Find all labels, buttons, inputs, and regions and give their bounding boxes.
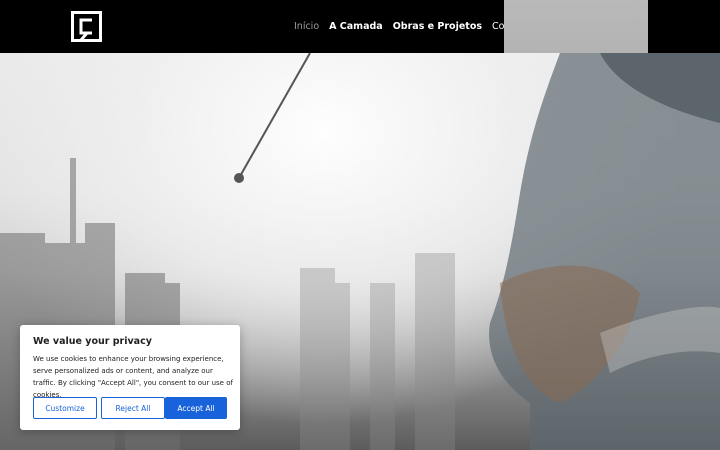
company-logo-c-icon[interactable]: [71, 11, 102, 42]
cookie-banner-text: We use cookies to enhance your browsing …: [33, 355, 233, 399]
reject-all-button[interactable]: Reject All: [101, 397, 165, 419]
nav-item-a-camada[interactable]: A Camada: [329, 21, 383, 32]
accept-all-button[interactable]: Accept All: [165, 397, 227, 419]
cookie-consent-banner: We value your privacy We use cookies to …: [20, 325, 240, 430]
nav-item-obras-e-projetos[interactable]: Obras e Projetos: [393, 21, 482, 32]
nav-item-inicio[interactable]: Início: [294, 21, 319, 32]
cookie-banner-title: We value your privacy: [33, 336, 152, 347]
header-gray-block: [504, 0, 648, 53]
site-header: Início A Camada Obras e Projetos Contato: [0, 0, 720, 53]
main-nav: Início A Camada Obras e Projetos Contato: [294, 0, 530, 53]
customize-button[interactable]: Customize: [33, 397, 97, 419]
